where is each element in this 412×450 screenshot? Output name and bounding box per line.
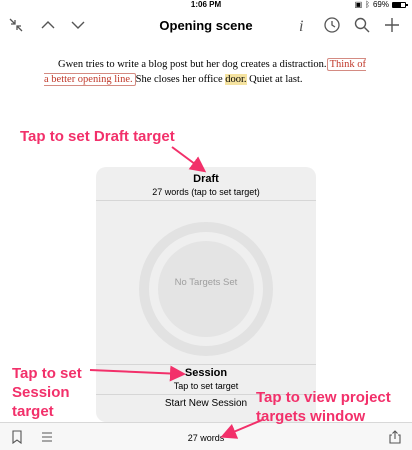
draft-annotation: Tap to set Draft target — [20, 128, 175, 145]
doc-text-1: Gwen tries to write a blog post but her … — [58, 59, 327, 70]
doc-text-3: Quiet at last. — [246, 74, 303, 85]
project-annotation: Tap to view project targets window — [256, 388, 391, 426]
info-icon[interactable]: i — [292, 15, 312, 35]
session-annotation-line-3: target — [12, 403, 54, 420]
page-title: Opening scene — [159, 18, 253, 33]
draft-target-section[interactable]: Draft 27 words (tap to set target) — [96, 173, 316, 197]
draft-subtitle: 27 words (tap to set target) — [152, 187, 260, 197]
session-title: Session — [184, 367, 228, 379]
no-targets-label: No Targets Set — [174, 277, 238, 288]
divider — [96, 364, 316, 365]
status-bar: 1:06 PM ▣ ᛒ 69% — [0, 0, 412, 10]
document-text[interactable]: Gwen tries to write a blog post but her … — [44, 57, 370, 87]
nav-bar: Opening scene i — [0, 10, 412, 40]
target-progress-ring — [138, 221, 274, 357]
search-icon[interactable] — [352, 15, 372, 35]
word-count-button[interactable]: 27 words — [0, 433, 412, 443]
status-time: 1:06 PM — [190, 0, 222, 9]
project-annotation-line-2: targets window — [256, 408, 366, 425]
doc-text-2: She closes her office — [135, 74, 226, 85]
highlighted-word: door. — [225, 74, 247, 85]
bottom-toolbar: 27 words — [0, 422, 412, 450]
targets-popover: Draft 27 words (tap to set target) No Ta… — [96, 167, 316, 422]
battery-icon — [392, 1, 408, 8]
draft-title: Draft — [193, 173, 219, 185]
battery-percent: 69% — [372, 0, 389, 9]
share-icon[interactable] — [388, 430, 402, 444]
session-annotation-line-2: Session — [12, 384, 70, 401]
clock-icon[interactable] — [322, 15, 342, 35]
session-annotation: Tap to set Session target — [12, 364, 82, 421]
divider — [96, 200, 316, 201]
svg-text:i: i — [299, 18, 303, 35]
bluetooth-icon: ᛒ — [365, 0, 370, 9]
orientation-lock-icon: ▣ — [354, 0, 363, 9]
project-annotation-line-1: Tap to view project — [256, 389, 391, 406]
session-annotation-line-1: Tap to set — [12, 365, 82, 382]
plus-icon[interactable] — [382, 15, 402, 35]
